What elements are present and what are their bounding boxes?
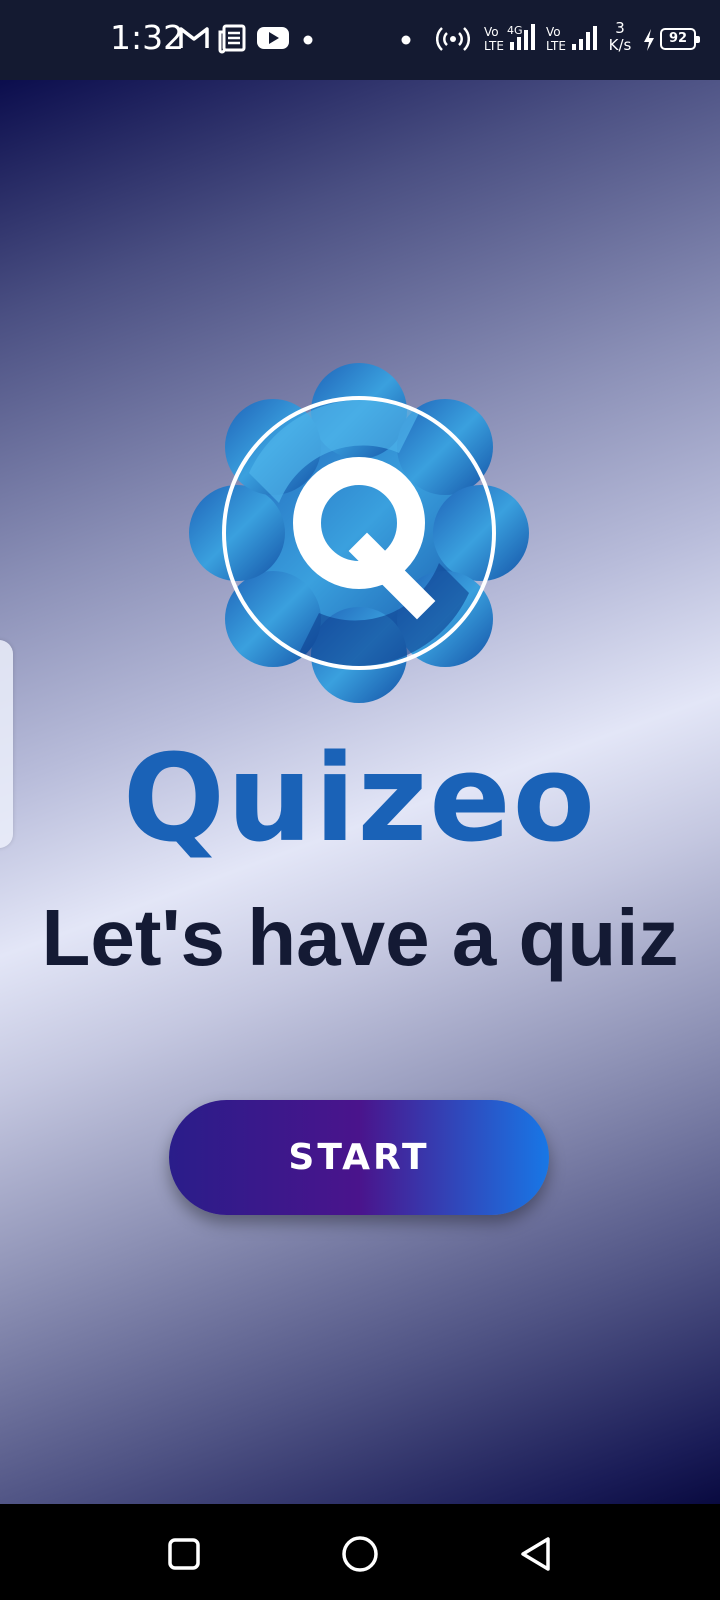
- headline: Let's have a quiz: [41, 893, 679, 982]
- network-speed: 3 K/s: [604, 20, 636, 54]
- recent-apps-icon[interactable]: [162, 1532, 206, 1576]
- svg-text:LTE: LTE: [484, 39, 504, 53]
- status-bar: 1:32 Vo LTE 4G Vo LTE 3 K/s 92: [0, 0, 720, 80]
- gmail-icon: [179, 27, 209, 48]
- network-speed-value: 3: [615, 19, 625, 37]
- svg-text:LTE: LTE: [546, 39, 566, 53]
- quizeo-logo: [189, 363, 529, 703]
- volte-4g-signal-icon: Vo LTE 4G: [484, 24, 535, 53]
- navigation-bar: [0, 1504, 720, 1600]
- brand-name: Quizeo: [122, 730, 598, 869]
- svg-text:Vo: Vo: [484, 25, 499, 39]
- status-time: 1:32: [110, 18, 185, 57]
- network-speed-unit: K/s: [608, 36, 632, 54]
- dot-icon: [401, 35, 411, 45]
- app-screen: Quizeo Let's have a quiz START: [0, 80, 720, 1504]
- dot-icon: [303, 35, 313, 45]
- hotspot-icon: [436, 27, 470, 51]
- battery-icon: 92: [660, 28, 700, 50]
- start-button[interactable]: START: [169, 1100, 549, 1215]
- svg-text:4G: 4G: [507, 24, 523, 37]
- youtube-icon: [257, 27, 289, 49]
- volte-signal-icon: Vo LTE: [546, 25, 597, 53]
- battery-level: 92: [668, 31, 688, 46]
- svg-text:Vo: Vo: [546, 25, 561, 39]
- home-icon[interactable]: [338, 1532, 382, 1576]
- news-icon: [218, 24, 246, 54]
- back-icon[interactable]: [514, 1532, 558, 1576]
- charging-icon: [644, 29, 654, 51]
